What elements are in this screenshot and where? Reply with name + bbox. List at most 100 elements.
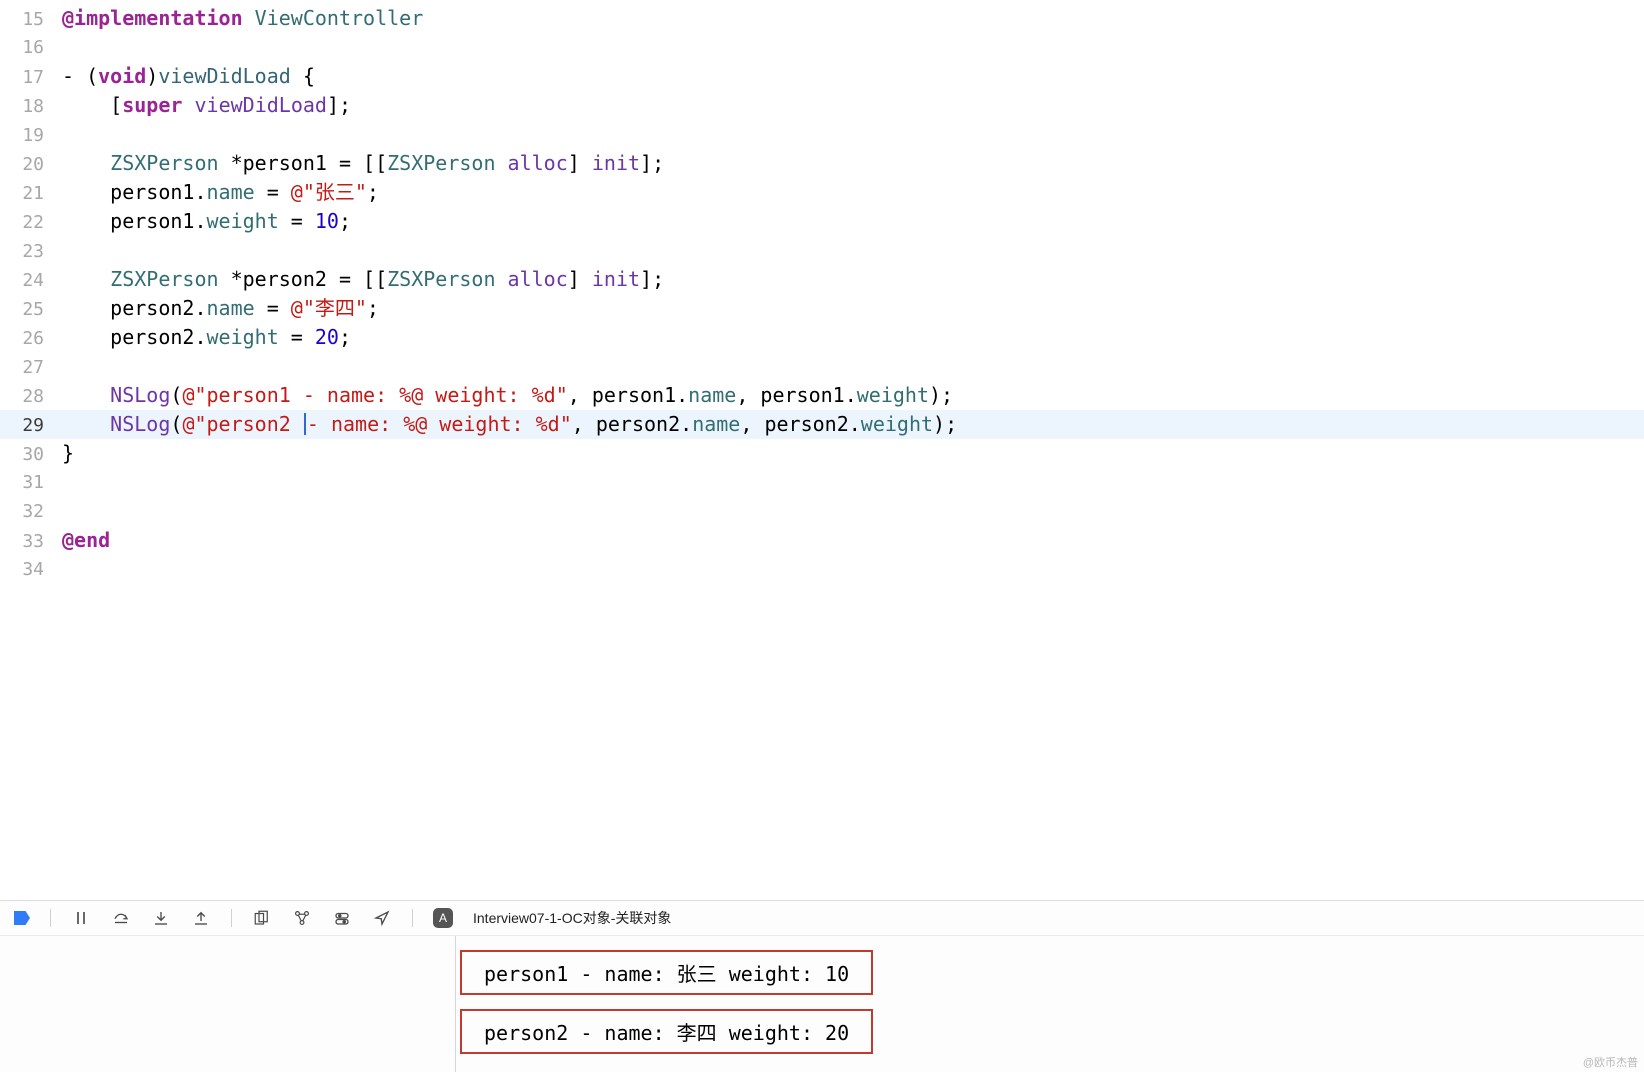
token: init <box>592 267 640 291</box>
token <box>496 151 508 175</box>
code-line[interactable]: 21 person1.name = @"张三"; <box>0 178 1644 207</box>
token: = <box>279 209 315 233</box>
code-line[interactable]: 30} <box>0 439 1644 468</box>
token: = <box>255 180 291 204</box>
code-line[interactable]: 24 ZSXPerson *person2 = [[ZSXPerson allo… <box>0 265 1644 294</box>
code-content[interactable]: person2.weight = 20; <box>62 323 1644 352</box>
line-number[interactable]: 25 <box>0 295 62 324</box>
token: , person2. <box>572 412 692 436</box>
line-number[interactable]: 17 <box>0 63 62 92</box>
token: alloc <box>508 267 568 291</box>
token: person2. <box>62 325 207 349</box>
line-number[interactable]: 18 <box>0 92 62 121</box>
view-hierarchy-icon[interactable] <box>252 908 272 928</box>
token: person2. <box>62 296 207 320</box>
code-line[interactable]: 20 ZSXPerson *person1 = [[ZSXPerson allo… <box>0 149 1644 178</box>
line-number[interactable]: 26 <box>0 324 62 353</box>
code-content[interactable]: ZSXPerson *person1 = [[ZSXPerson alloc] … <box>62 149 1644 178</box>
code-line[interactable]: 28 NSLog(@"person1 - name: %@ weight: %d… <box>0 381 1644 410</box>
step-out-icon[interactable] <box>191 908 211 928</box>
code-content[interactable]: [super viewDidLoad]; <box>62 91 1644 120</box>
token <box>62 354 110 378</box>
line-number[interactable]: 22 <box>0 208 62 237</box>
code-line[interactable]: 31 <box>0 468 1644 497</box>
line-number[interactable]: 20 <box>0 150 62 179</box>
code-line[interactable]: 18 [super viewDidLoad]; <box>0 91 1644 120</box>
code-content[interactable]: @implementation ViewController <box>62 4 1644 33</box>
watermark-label: @欧币杰普 <box>1583 1054 1638 1070</box>
code-content[interactable]: NSLog(@"person1 - name: %@ weight: %d", … <box>62 381 1644 410</box>
step-over-icon[interactable] <box>111 908 131 928</box>
token: } <box>62 441 74 465</box>
token: @implementation <box>62 6 243 30</box>
code-line[interactable]: 26 person2.weight = 20; <box>0 323 1644 352</box>
code-content[interactable] <box>62 120 1644 149</box>
line-number[interactable]: 32 <box>0 497 62 526</box>
token: = <box>255 296 291 320</box>
token: { <box>291 64 315 88</box>
line-number[interactable]: 33 <box>0 527 62 556</box>
toolbar-separator <box>412 909 413 927</box>
line-number[interactable]: 27 <box>0 353 62 382</box>
code-content[interactable]: person1.weight = 10; <box>62 207 1644 236</box>
code-line[interactable]: 17- (void)viewDidLoad { <box>0 62 1644 91</box>
line-number[interactable]: 31 <box>0 468 62 497</box>
line-number[interactable]: 23 <box>0 237 62 266</box>
code-line[interactable]: 15@implementation ViewController <box>0 4 1644 33</box>
process-name-label[interactable]: Interview07-1-OC对象-关联对象 <box>473 908 671 928</box>
code-line[interactable]: 25 person2.name = @"李四"; <box>0 294 1644 323</box>
console-divider[interactable] <box>455 936 456 1072</box>
line-number[interactable]: 19 <box>0 121 62 150</box>
code-content[interactable] <box>62 236 1644 265</box>
line-number[interactable]: 30 <box>0 440 62 469</box>
token: ZSXPerson <box>387 151 495 175</box>
pause-icon[interactable] <box>71 908 91 928</box>
token: ] <box>568 151 592 175</box>
code-content[interactable]: person2.name = @"李四"; <box>62 294 1644 323</box>
token <box>62 151 110 175</box>
token: @"李四" <box>291 296 367 320</box>
token: ( <box>170 383 182 407</box>
line-number[interactable]: 15 <box>0 5 62 34</box>
token <box>62 267 110 291</box>
token: - ( <box>62 64 98 88</box>
environment-overrides-icon[interactable] <box>332 908 352 928</box>
token: *person2 = [[ <box>219 267 388 291</box>
line-number[interactable]: 21 <box>0 179 62 208</box>
code-content[interactable] <box>62 352 1644 381</box>
line-number[interactable]: 34 <box>0 555 62 584</box>
code-line[interactable]: 32 <box>0 497 1644 526</box>
step-into-icon[interactable] <box>151 908 171 928</box>
code-line[interactable]: 22 person1.weight = 10; <box>0 207 1644 236</box>
location-icon[interactable] <box>372 908 392 928</box>
token: ] <box>568 267 592 291</box>
code-line[interactable]: 16 <box>0 33 1644 62</box>
code-line[interactable]: 29 NSLog(@"person2 - name: %@ weight: %d… <box>0 410 1644 439</box>
token: super <box>122 93 182 117</box>
code-content[interactable]: ZSXPerson *person2 = [[ZSXPerson alloc] … <box>62 265 1644 294</box>
code-line[interactable]: 34 <box>0 555 1644 584</box>
line-number[interactable]: 29 <box>0 411 62 440</box>
line-number[interactable]: 24 <box>0 266 62 295</box>
code-line[interactable]: 27 <box>0 352 1644 381</box>
line-number[interactable]: 16 <box>0 33 62 62</box>
code-editor[interactable]: 15@implementation ViewController1617- (v… <box>0 0 1644 900</box>
code-line[interactable]: 19 <box>0 120 1644 149</box>
code-line[interactable]: 23 <box>0 236 1644 265</box>
token: alloc <box>508 151 568 175</box>
code-line[interactable]: 33@end <box>0 526 1644 555</box>
line-number[interactable]: 28 <box>0 382 62 411</box>
token: , person1. <box>568 383 688 407</box>
token: - name: %@ weight: %d" <box>307 412 572 436</box>
token: NSLog <box>110 412 170 436</box>
code-content[interactable]: person1.name = @"张三"; <box>62 178 1644 207</box>
memory-graph-icon[interactable] <box>292 908 312 928</box>
code-content[interactable]: } <box>62 439 1644 468</box>
toolbar-separator <box>231 909 232 927</box>
console-output[interactable]: person1 - name: 张三 weight: 10 person2 - … <box>0 936 1644 1072</box>
breakpoint-indicator-icon[interactable] <box>14 911 30 925</box>
token <box>62 238 110 262</box>
code-content[interactable]: - (void)viewDidLoad { <box>62 62 1644 91</box>
code-content[interactable]: NSLog(@"person2 - name: %@ weight: %d", … <box>62 410 1644 439</box>
code-content[interactable]: @end <box>62 526 1644 555</box>
